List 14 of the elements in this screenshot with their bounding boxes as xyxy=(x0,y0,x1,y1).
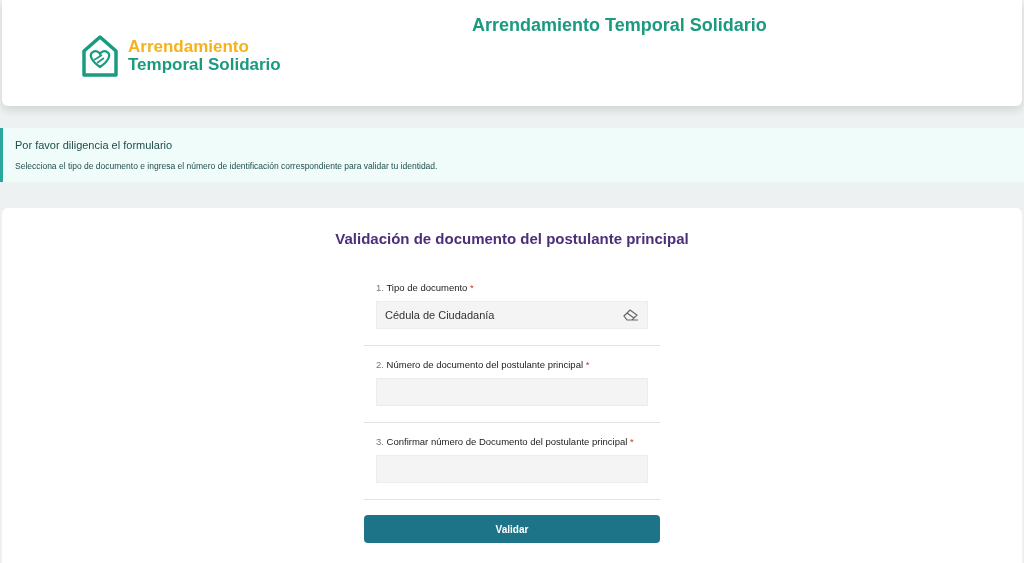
validate-button[interactable]: Validar xyxy=(364,515,660,544)
notice-title: Por favor diligencia el formulario xyxy=(15,138,174,154)
notice-text: Selecciona el tipo de documento e ingresa el número de identificación correspondiente para validar tu identidad. xyxy=(15,159,439,173)
eraser-icon[interactable] xyxy=(623,307,639,322)
field-label: 1. Tipo de documento * xyxy=(376,280,475,295)
site-title: Arrendamiento Temporal Solidario xyxy=(472,15,767,35)
field-label: 2. Número de documento del postulante principal * xyxy=(376,357,591,372)
house-handshake-icon xyxy=(80,33,120,79)
field-label: 3. Confirmar número de Documento del postulante principal * xyxy=(376,435,635,449)
form-title: Validación de documento del postulante principal xyxy=(335,229,689,249)
document-type-select[interactable]: Cédula de Ciudadanía xyxy=(376,300,648,329)
select-value: Cédula de Ciudadanía xyxy=(385,307,495,323)
logo-text: Arrendamiento xyxy=(128,38,250,56)
logo-text: Temporal Solidario xyxy=(128,56,281,74)
